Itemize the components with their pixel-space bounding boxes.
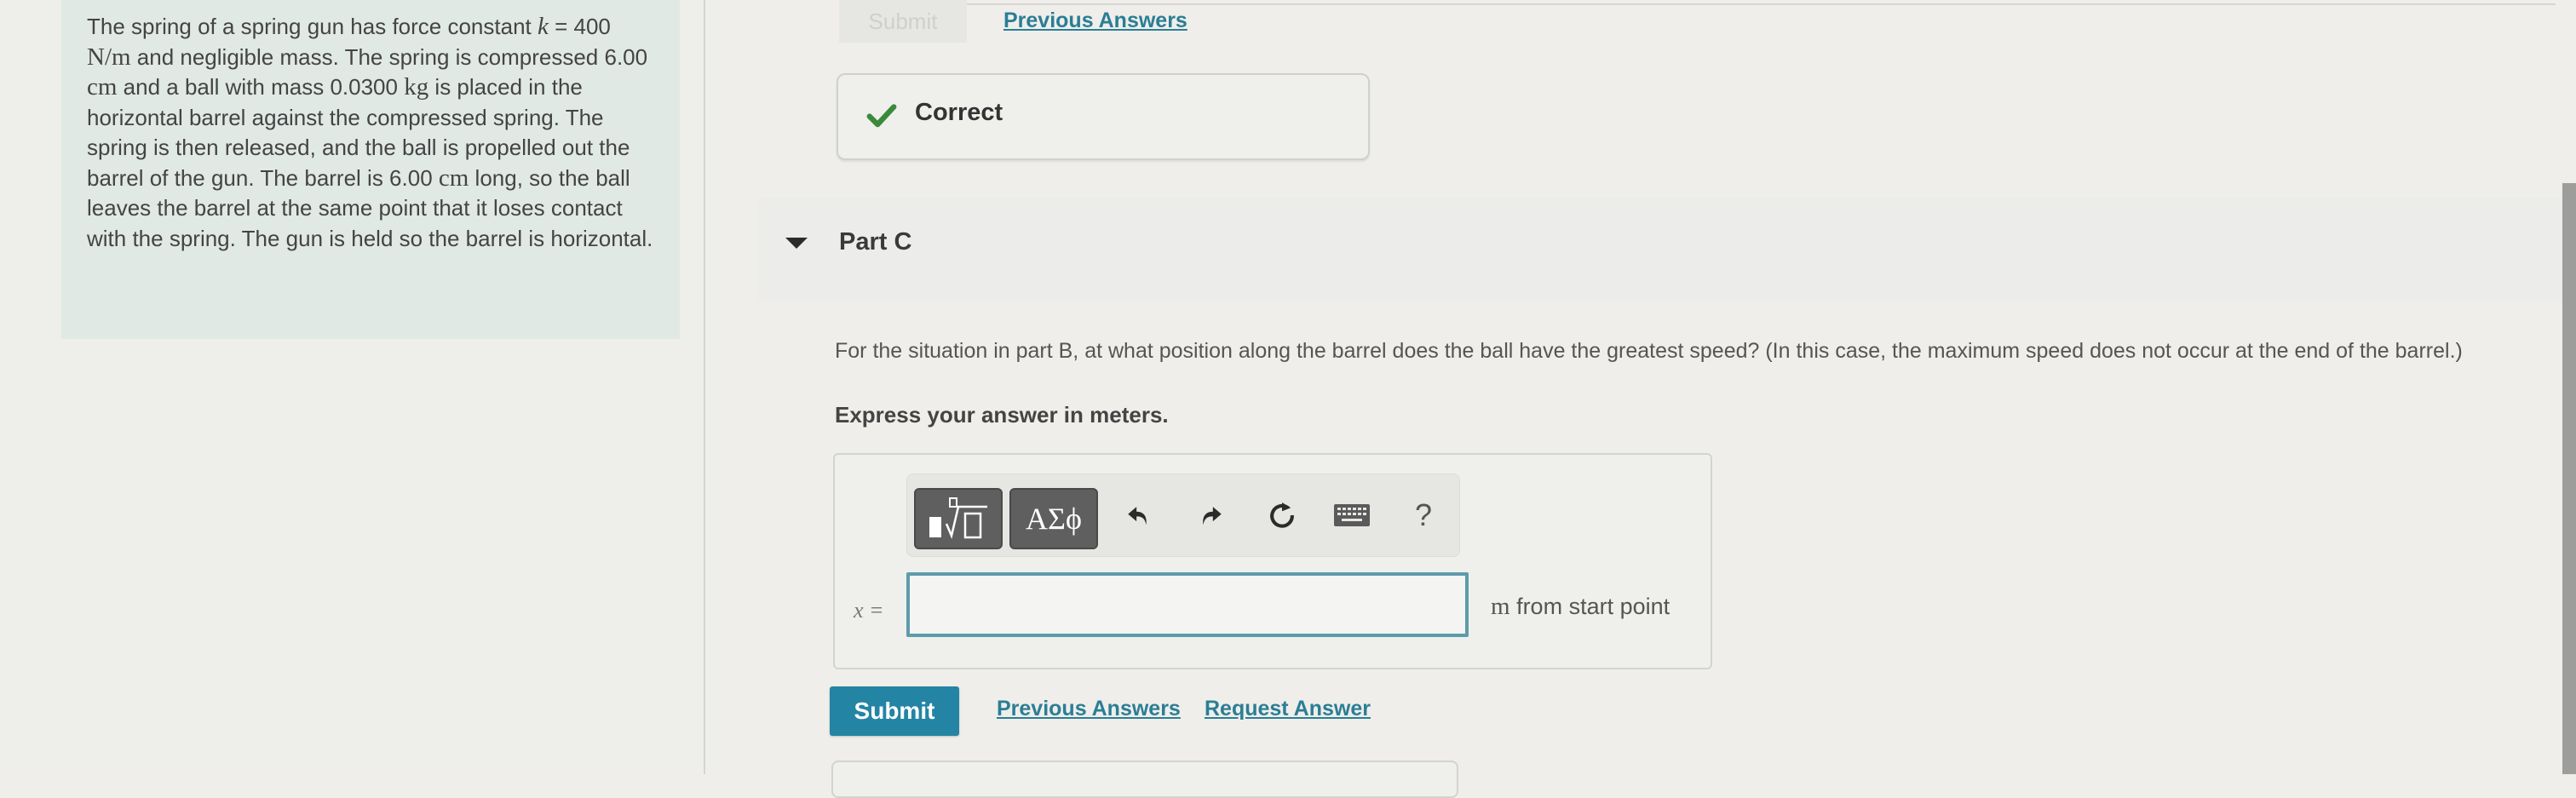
- feedback-correct-box: Correct: [837, 73, 1370, 160]
- submit-button[interactable]: Submit: [830, 686, 959, 736]
- templates-icon: [929, 497, 987, 539]
- answer-input[interactable]: [906, 572, 1469, 637]
- math-term: cm: [87, 73, 118, 100]
- problem-text-segment: and negligible mass. The spring is compr…: [130, 43, 648, 70]
- problem-text-segment: and a ball with mass 0.0300: [117, 74, 405, 100]
- section-divider: [963, 3, 2556, 5]
- greek-symbols-button[interactable]: ΑΣϕ: [1009, 488, 1098, 549]
- feedback-label: Correct: [915, 99, 1003, 126]
- question-text: For the situation in part B, at what pos…: [835, 339, 2463, 363]
- keyboard-button[interactable]: [1333, 497, 1371, 534]
- undo-button[interactable]: [1120, 497, 1158, 534]
- math-term: N/m: [87, 43, 131, 71]
- problem-column: The spring of a spring gun has force con…: [0, 0, 724, 774]
- page-scrollbar[interactable]: [2562, 183, 2576, 774]
- undo-icon: [1128, 507, 1147, 525]
- problem-text-segment: The spring of a spring gun has force con…: [87, 14, 538, 39]
- part-c-header[interactable]: [758, 198, 2576, 300]
- units-description: from start point: [1509, 594, 1670, 619]
- request-answer-link[interactable]: Request Answer: [1205, 697, 1371, 721]
- templates-button[interactable]: [914, 488, 1003, 549]
- collapse-caret-icon[interactable]: [785, 238, 808, 249]
- help-button[interactable]: ?: [1405, 497, 1442, 534]
- part-b-submit-button-disabled: Submit: [839, 0, 967, 43]
- previous-answers-link[interactable]: Previous Answers: [997, 697, 1181, 721]
- column-divider: [704, 0, 705, 774]
- problem-statement-box: The spring of a spring gun has force con…: [61, 0, 680, 339]
- part-b-previous-answers-link[interactable]: Previous Answers: [1003, 9, 1187, 33]
- redo-icon: [1203, 507, 1222, 525]
- answer-instruction: Express your answer in meters.: [835, 402, 1169, 428]
- reset-icon: [1270, 502, 1294, 528]
- math-term: k: [537, 13, 549, 40]
- redo-button[interactable]: [1192, 497, 1229, 534]
- part-c-title[interactable]: Part C: [839, 228, 911, 256]
- answer-panel: ΑΣϕ ? x = m from start point: [833, 453, 1712, 669]
- keyboard-icon: [1334, 504, 1370, 526]
- math-toolbar: ΑΣϕ ?: [906, 474, 1460, 557]
- units-symbol: m: [1491, 593, 1510, 620]
- variable-label: x =: [854, 598, 884, 623]
- check-icon: [866, 104, 897, 128]
- problem-text-segment: = 400: [548, 14, 611, 39]
- next-feedback-box: [831, 761, 1458, 798]
- units-label: m from start point: [1491, 593, 1670, 621]
- math-term: cm: [438, 164, 469, 192]
- math-term: kg: [404, 73, 429, 100]
- problem-statement: The spring of a spring gun has force con…: [87, 12, 658, 254]
- reset-button[interactable]: [1263, 497, 1301, 534]
